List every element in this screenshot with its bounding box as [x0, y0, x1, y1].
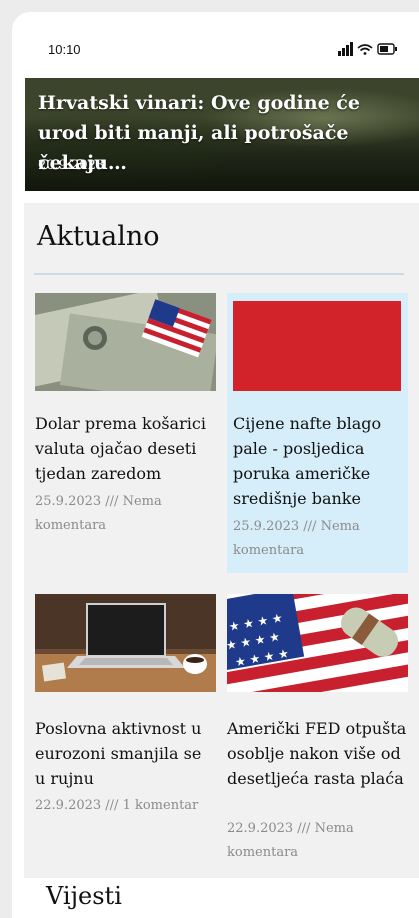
article-meta: 22.9.2023 /// Nema komentara: [227, 821, 354, 860]
article-title[interactable]: Cijene nafte blago pale - posljedica por…: [233, 411, 403, 511]
battery-icon: [377, 43, 397, 55]
article-card[interactable]: ★ ★ ★ ★ ★ ★ ★ ★ ★ ★ ★ ★ Američki FED otp…: [227, 594, 408, 864]
article-meta: 22.9.2023 /// 1 komentar: [35, 798, 199, 813]
hero-article[interactable]: Hrvatski vinari: Ove godine će urod biti…: [25, 78, 419, 191]
section-aktualno: Aktualno Dolar prema košarici valuta oja…: [24, 203, 419, 878]
status-bar: 10:10: [12, 12, 419, 78]
section-divider: [34, 273, 404, 275]
laptop-coffee-image[interactable]: [35, 594, 216, 692]
article-meta: 25.9.2023 /// Nema komentara: [35, 494, 162, 533]
wifi-icon: [357, 44, 373, 55]
us-flag-money-roll-image[interactable]: ★ ★ ★ ★ ★ ★ ★ ★ ★ ★ ★ ★: [227, 594, 408, 692]
article-title[interactable]: Dolar prema košarici valuta ojačao deset…: [35, 411, 216, 486]
article-card[interactable]: Dolar prema košarici valuta ojačao deset…: [35, 293, 216, 553]
section-title: Aktualno: [37, 221, 160, 252]
dollar-bills-flag-image[interactable]: [35, 293, 216, 391]
hero-date: 20.9.2023: [38, 158, 105, 173]
status-icons-svg: [338, 42, 397, 56]
article-meta: 25.9.2023 /// Nema komentara: [233, 519, 360, 558]
signal-icon: [338, 42, 353, 56]
red-placeholder-image[interactable]: [233, 301, 401, 391]
status-time: 10:10: [48, 42, 81, 57]
article-title[interactable]: Poslovna aktivnost u eurozoni smanjila s…: [35, 716, 216, 791]
article-card[interactable]: Cijene nafte blago pale - posljedica por…: [227, 293, 408, 573]
article-card[interactable]: Poslovna aktivnost u eurozoni smanjila s…: [35, 594, 216, 824]
article-title[interactable]: Američki FED otpušta osoblje nakon više …: [227, 716, 408, 791]
status-icons: [338, 42, 398, 56]
phone-screen: 10:10 Hrvatski vinari: Ove godine će uro…: [12, 12, 419, 918]
